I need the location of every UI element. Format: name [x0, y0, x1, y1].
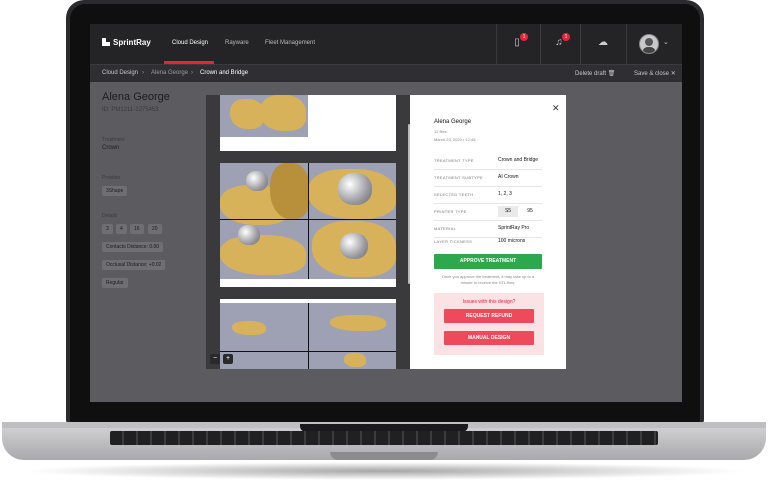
logo-icon	[102, 38, 110, 46]
tooth-chip: 3	[102, 224, 113, 234]
delete-draft-button[interactable]: Delete draft 🗑	[575, 70, 615, 77]
logo[interactable]: SprintRay	[102, 38, 151, 47]
detail-value: 100 microns	[498, 238, 526, 244]
treatment-value: Crown	[102, 145, 120, 151]
tooth-chip: 4	[116, 224, 127, 234]
scan-gridline	[220, 351, 396, 352]
detail-value: AI Crown	[498, 174, 519, 180]
scan-gridline	[308, 163, 309, 287]
top-nav: SprintRay Cloud Design Rayware Fleet Man…	[90, 24, 682, 64]
contacts-distance-chip: Contacts Distance: 0.00	[102, 242, 164, 252]
laptop-keyboard	[110, 431, 658, 445]
avatar[interactable]	[639, 34, 659, 54]
bell-icon[interactable]: ♫ 1	[553, 33, 570, 49]
files-badge: 1	[520, 33, 528, 41]
nav-fleet-management[interactable]: Fleet Management	[265, 40, 315, 46]
detail-row-layer-thickness: LAYER TICKNESS 100 microns	[434, 234, 542, 250]
breadcrumb-cloud-design[interactable]: Cloud Design	[102, 70, 138, 76]
scan-page-3	[220, 299, 396, 369]
occlusal-distance-chip: Occlusal Distance: +0.02	[102, 260, 166, 270]
scan-tooth	[270, 163, 310, 219]
issues-box: Issues with this design? REQUEST REFUND …	[434, 293, 544, 355]
patient-name: Alena George	[102, 91, 170, 103]
detail-key: LAYER TICKNESS	[434, 239, 473, 244]
breadcrumb-separator: ›	[142, 70, 144, 76]
approve-treatment-button[interactable]: APPROVE TREATMENT	[434, 254, 542, 269]
nav-divider	[540, 24, 541, 64]
nav-rayware[interactable]: Rayware	[225, 40, 249, 46]
save-close-label: Save & close	[634, 71, 670, 77]
nav-divider	[626, 24, 627, 64]
breadcrumb-patient[interactable]: Alena George	[151, 70, 188, 76]
scan-tooth	[330, 315, 386, 331]
request-refund-button[interactable]: REQUEST REFUND	[444, 309, 534, 323]
scan-crown	[340, 233, 368, 259]
tooth-chip: 20	[148, 224, 162, 234]
modal-patient-name: Alena George	[434, 119, 472, 125]
provider-chip: 3Shape	[102, 186, 128, 196]
breadcrumb-current: Crown and Bridge	[200, 70, 249, 76]
detail-key: MATERIAL	[434, 226, 457, 231]
detail-key: TREATMENT SUBTYPE	[434, 175, 483, 180]
files-icon[interactable]: ▯ 1	[511, 33, 528, 49]
details-label: Details	[102, 213, 118, 219]
scan-tooth	[230, 99, 264, 129]
detail-value: Crown and Bridge	[498, 157, 539, 163]
avatar-image	[643, 38, 655, 53]
scan-tooth	[220, 235, 306, 275]
scan-crown	[246, 171, 268, 191]
scan-caption-strip	[220, 279, 396, 287]
detail-key: PRINTER TYPE	[434, 209, 467, 214]
breadcrumb-bar: Cloud Design › Alena George › Crown and …	[90, 64, 682, 83]
delete-draft-label: Delete draft	[575, 71, 607, 77]
scan-crown	[238, 225, 260, 245]
detail-row-treatment-subtype: TREATMENT SUBTYPE AI Crown	[434, 170, 542, 187]
zoom-in-icon[interactable]: +	[223, 354, 233, 364]
treatment-date: March 23, 2020 • 12:48	[434, 137, 476, 142]
save-close-button[interactable]: Save & close ✕	[634, 70, 676, 77]
scan-tooth	[260, 95, 306, 131]
scan-tooth	[344, 353, 366, 367]
scan-crown	[338, 173, 372, 205]
logo-text: SprintRay	[113, 38, 151, 47]
tooth-chip: 16	[130, 224, 144, 234]
detail-value: SprintRay Pro	[498, 225, 530, 231]
scan-gridline	[308, 303, 309, 369]
detail-key: SELECTED TEETH	[434, 192, 474, 197]
scan-viewer[interactable]	[206, 95, 410, 369]
zoom-out-icon[interactable]: −	[210, 354, 220, 364]
detail-row-printer-type: PRINTER TYPE S5 95	[434, 204, 542, 221]
type-chip: Regular	[102, 278, 128, 288]
nav-divider	[496, 24, 497, 64]
manual-design-button[interactable]: MANUAL DESIGN	[444, 331, 534, 345]
scan-page-2	[220, 163, 396, 287]
cloud-icon[interactable]: ☁	[597, 37, 609, 49]
laptop-shadow	[20, 462, 748, 480]
printer-option-95[interactable]: 95	[520, 206, 540, 217]
printer-option-s5[interactable]: S5	[498, 206, 518, 217]
screen: SprintRay Cloud Design Rayware Fleet Man…	[90, 24, 682, 402]
scan-blank-panel	[308, 95, 396, 137]
approve-note: Once you approve the treatment, it may t…	[441, 274, 535, 285]
close-icon[interactable]: ✕	[552, 103, 560, 114]
issues-title: Issues with this design?	[462, 299, 516, 305]
detail-row-selected-teeth: SELECTED TEETH 1, 2, 3	[434, 187, 542, 204]
nav-divider	[580, 24, 581, 64]
scan-tooth	[232, 321, 266, 335]
nav-cloud-design[interactable]: Cloud Design	[172, 40, 208, 46]
scan-page-1	[220, 95, 396, 151]
detail-value: 1, 2, 3	[498, 191, 512, 197]
breadcrumb-separator: ›	[191, 70, 193, 76]
detail-key: TREATMENT TYPE	[434, 158, 474, 163]
detail-row-treatment-type: TREATMENT TYPE Crown and Bridge	[434, 153, 542, 170]
notifications-badge: 1	[562, 33, 570, 41]
patient-id: ID: PM1211-1275453	[102, 107, 159, 113]
treatment-label: Treatment	[102, 137, 125, 143]
trash-icon: 🗑	[607, 71, 616, 77]
chevron-down-icon[interactable]: ⌄	[663, 38, 669, 46]
laptop-notch	[330, 452, 438, 460]
scan-caption-strip	[220, 137, 396, 151]
files-count: 12 files	[434, 129, 447, 134]
provider-label: Provider	[102, 175, 121, 181]
